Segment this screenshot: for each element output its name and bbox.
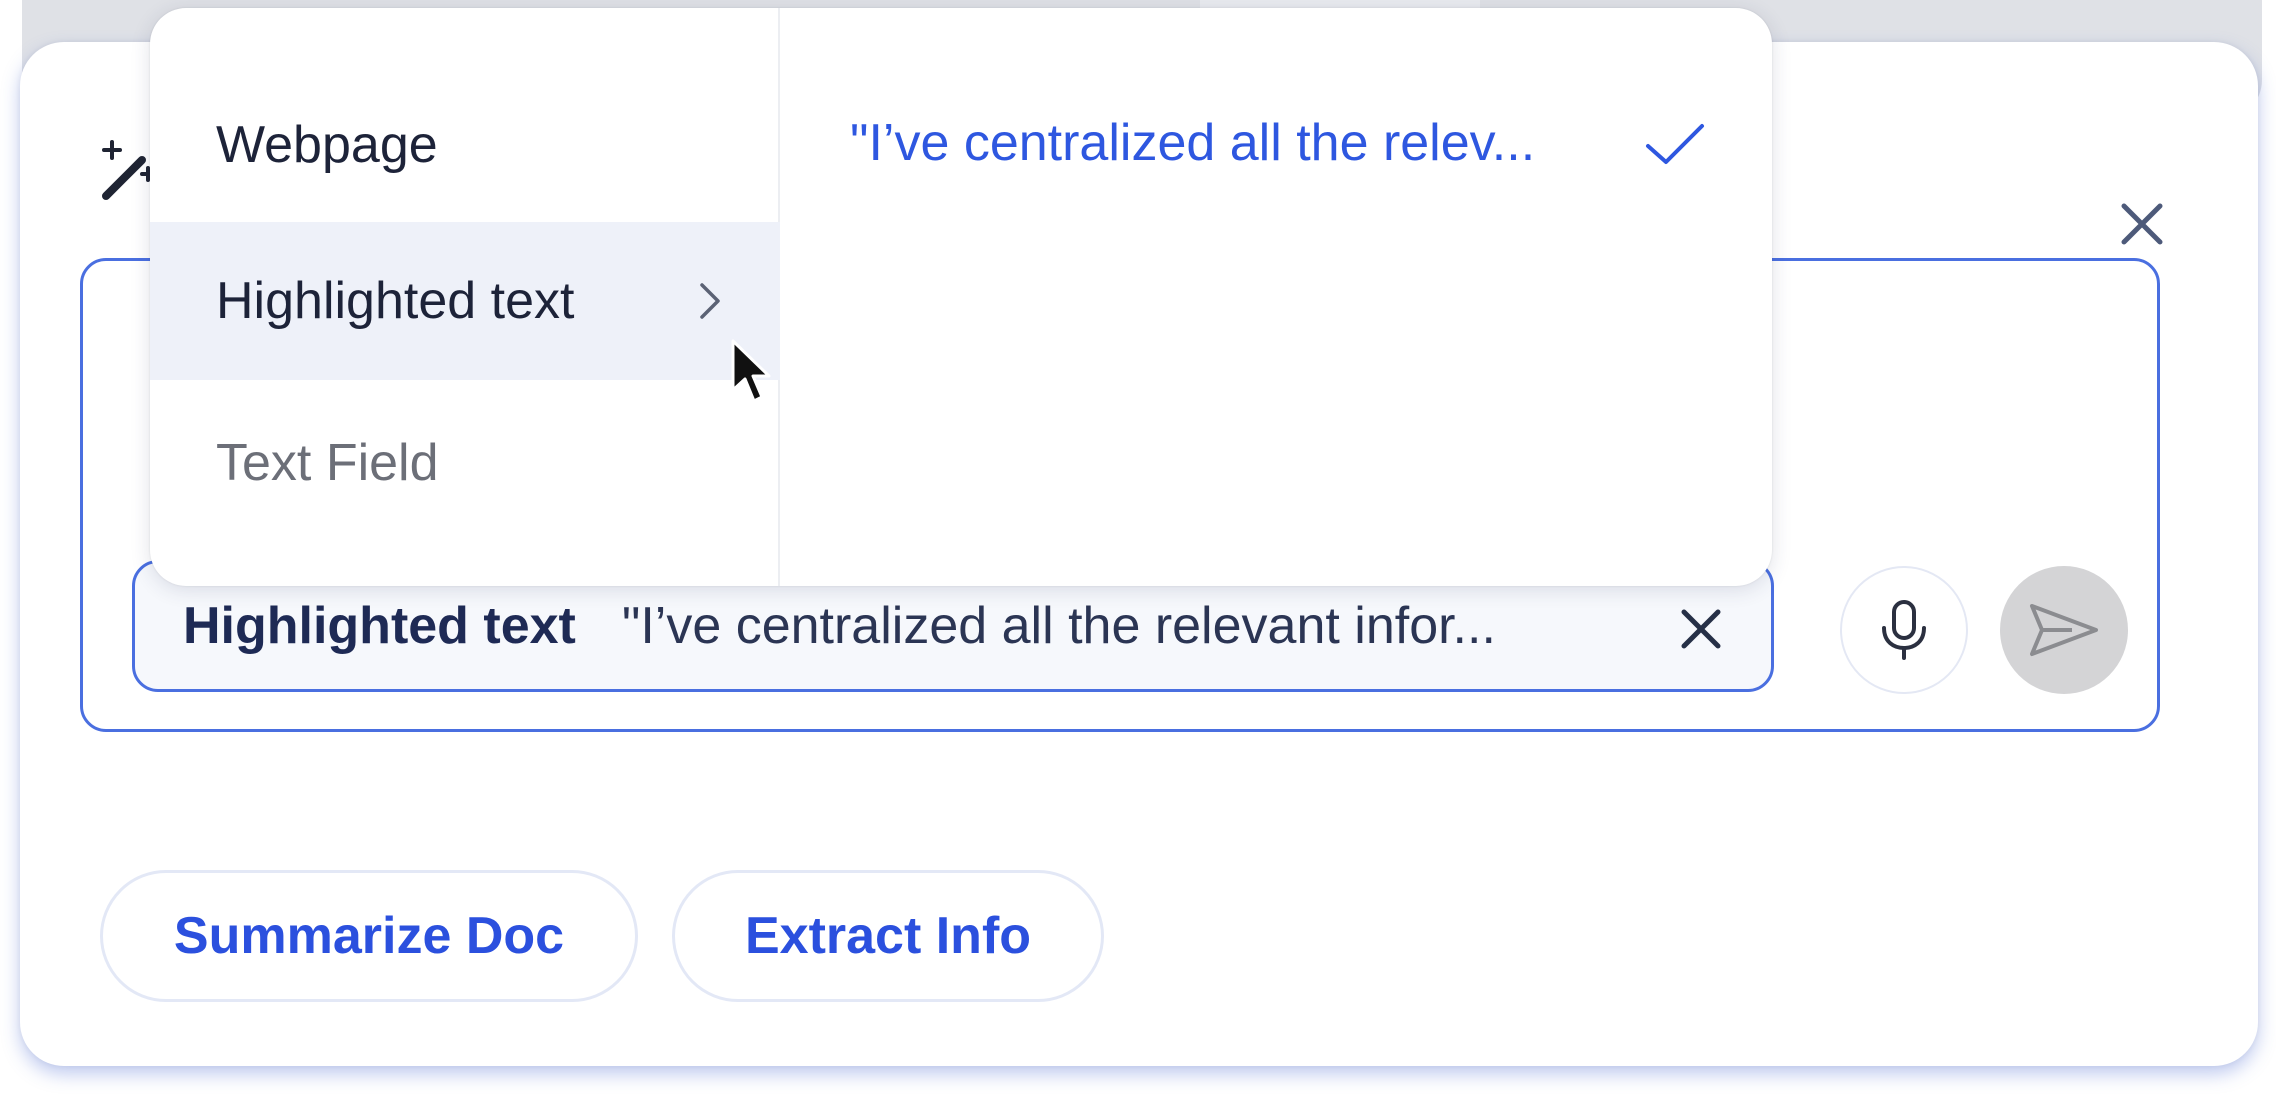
suggestion-summarize-doc[interactable]: Summarize Doc	[100, 870, 638, 1002]
context-chip-value: "I’ve centralized all the relevant infor…	[621, 597, 1496, 655]
menu-item-label: Webpage	[216, 116, 438, 174]
context-source-menu: Webpage Highlighted text Text Field "I’v…	[150, 8, 1772, 586]
suggestion-label: Summarize Doc	[173, 907, 565, 965]
context-chip-remove-button[interactable]	[1673, 601, 1729, 657]
checkmark-icon	[1646, 124, 1704, 164]
suggestion-label: Extract Info	[744, 907, 1032, 965]
menu-item-text-field[interactable]: Text Field	[150, 384, 780, 542]
close-icon	[1681, 609, 1721, 649]
menu-item-highlighted-text[interactable]: Highlighted text	[150, 222, 780, 380]
submenu-item-label: "I’ve centralized all the relev...	[850, 114, 1536, 172]
submenu-item-highlighted-snippet[interactable]: "I’ve centralized all the relev...	[850, 98, 1750, 188]
menu-source-list: Webpage Highlighted text Text Field	[150, 8, 780, 586]
menu-item-label: Highlighted text	[216, 272, 575, 330]
chevron-right-icon	[700, 283, 720, 319]
send-icon	[2030, 604, 2098, 656]
microphone-button[interactable]	[1840, 566, 1968, 694]
close-panel-button[interactable]	[2100, 182, 2184, 266]
menu-item-label: Text Field	[216, 434, 439, 492]
suggestion-extract-info[interactable]: Extract Info	[672, 870, 1104, 1002]
screen: Highlighted text "I’ve centralized all t…	[0, 0, 2276, 1100]
send-button[interactable]	[2000, 566, 2128, 694]
microphone-icon	[1882, 600, 1926, 660]
close-icon	[2121, 203, 2163, 245]
context-chip-label: Highlighted text	[183, 597, 576, 655]
menu-item-webpage[interactable]: Webpage	[150, 66, 780, 224]
